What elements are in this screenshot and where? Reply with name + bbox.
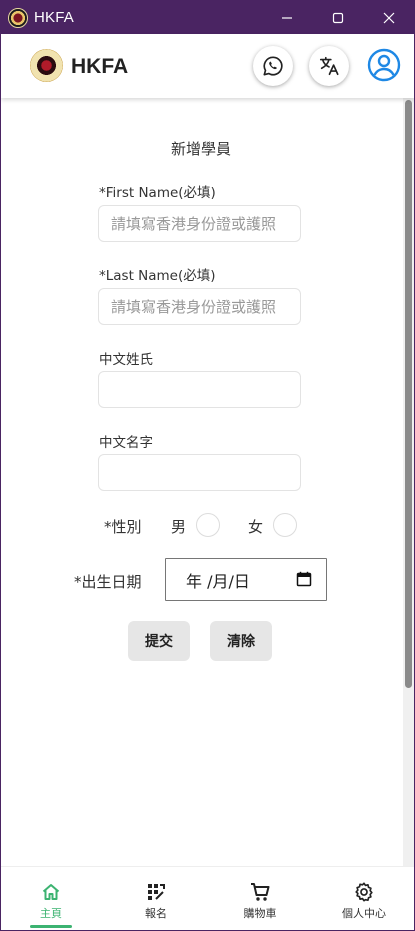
nav-label-home: 主頁 (40, 907, 62, 920)
maximize-icon (332, 12, 343, 23)
nav-item-profile[interactable]: 個人中心 (314, 867, 414, 930)
last-name-placeholder: 請填寫香港身份證或護照 (111, 298, 277, 316)
clear-button[interactable]: 清除 (210, 621, 272, 661)
gender-male-radio[interactable] (196, 513, 220, 537)
whatsapp-button[interactable] (253, 46, 293, 86)
dob-placeholder: 年 /月/日 (186, 571, 250, 591)
first-name-label: *First Name(必填) (99, 185, 216, 201)
nav-item-register[interactable]: 報名 (106, 867, 206, 930)
brand-name: HKFA (71, 55, 129, 78)
close-icon (383, 12, 394, 23)
translate-icon (319, 56, 339, 76)
translate-button[interactable] (309, 46, 349, 86)
app-window: HKFA HKFA 新增學員 *First Name(必填) 請填寫香港身份證或… (0, 0, 415, 931)
bottom-nav: 主頁 報名 購物車 個人中心 (1, 866, 414, 930)
dob-label: *出生日期 (74, 573, 142, 591)
chinese-given-name-input[interactable] (98, 454, 301, 491)
nav-item-home[interactable]: 主頁 (1, 867, 101, 930)
cart-icon (251, 883, 270, 901)
window-controls (261, 1, 414, 34)
chinese-surname-input[interactable] (98, 371, 301, 408)
app-logo-icon (8, 7, 28, 28)
calendar-icon[interactable] (296, 571, 312, 587)
dob-date-input[interactable]: 年 /月/日 (165, 558, 327, 601)
minimize-icon (281, 16, 292, 19)
gender-male-label: 男 (171, 518, 187, 536)
first-name-input[interactable]: 請填寫香港身份證或護照 (98, 205, 301, 242)
whatsapp-icon (263, 56, 283, 76)
gender-female-radio[interactable] (273, 513, 297, 537)
scrollbar[interactable] (403, 98, 414, 866)
title-bar: HKFA (1, 1, 414, 34)
grid-icon (148, 884, 165, 900)
close-button[interactable] (363, 1, 414, 34)
app-header: HKFA (1, 34, 414, 98)
minimize-button[interactable] (261, 1, 312, 34)
last-name-input[interactable]: 請填寫香港身份證或護照 (98, 288, 301, 325)
last-name-label: *Last Name(必填) (99, 268, 216, 284)
nav-item-cart[interactable]: 購物車 (210, 867, 310, 930)
settings-icon (355, 882, 373, 902)
maximize-button[interactable] (312, 1, 363, 34)
nav-label-profile: 個人中心 (342, 907, 386, 920)
submit-button[interactable]: 提交 (128, 621, 190, 661)
gender-label: *性別 (104, 518, 142, 536)
account-circle-icon (367, 48, 401, 82)
hkfa-logo[interactable] (30, 49, 63, 82)
first-name-placeholder: 請填寫香港身份證或護照 (111, 215, 277, 233)
chinese-surname-label: 中文姓氏 (99, 352, 153, 368)
home-icon (42, 884, 60, 900)
gender-female-label: 女 (248, 518, 264, 536)
nav-label-cart: 購物車 (243, 907, 277, 920)
active-tab-indicator (30, 925, 72, 928)
chinese-given-name-label: 中文名字 (99, 435, 153, 451)
account-button[interactable] (365, 46, 403, 84)
scrollbar-thumb[interactable] (405, 100, 412, 688)
window-title: HKFA (34, 9, 74, 26)
nav-label-register: 報名 (145, 907, 167, 920)
form-title: 新增學員 (170, 140, 231, 158)
